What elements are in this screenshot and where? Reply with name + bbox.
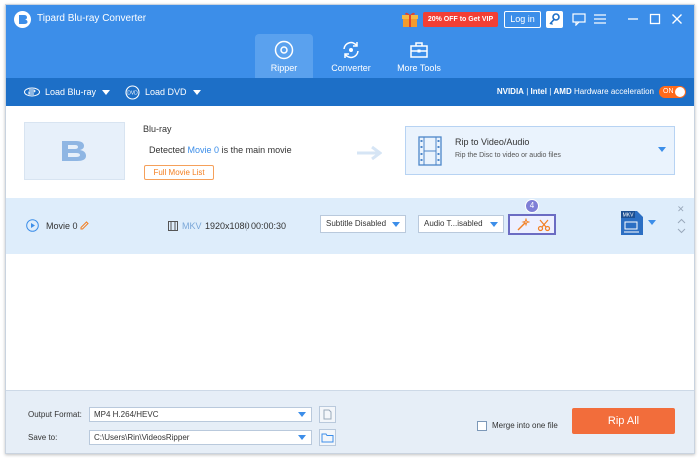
tab-more-tools-label: More Tools [397, 63, 441, 73]
merge-checkbox[interactable] [477, 421, 487, 431]
detected-suffix: is the main movie [221, 145, 292, 155]
edit-tools-highlight [508, 214, 556, 235]
hardware-acceleration-info: NVIDIA | Intel | AMD Hardware accelerati… [496, 87, 654, 96]
film-strip-icon [418, 136, 442, 166]
resolution: 1920x1080 [205, 221, 250, 231]
rip-mode-selector[interactable]: Rip to Video/Audio Rip the Disc to video… [405, 126, 675, 175]
gpu-intel-label: Intel [530, 87, 547, 96]
close-icon[interactable] [670, 12, 684, 26]
toolbar: Load Blu-ray DVD Load DVD NVIDIA | Intel… [6, 78, 694, 106]
output-format-file-icon[interactable]: MKV [619, 209, 645, 237]
audio-dropdown-value: Audio T...isabled [424, 219, 483, 228]
detected-prefix: Detected [149, 145, 186, 155]
audio-track-dropdown[interactable]: Audio T...isabled [418, 215, 504, 233]
step-number-badge: 4 [525, 199, 539, 213]
source-panel: Blu-ray Detected Movie 0 is the main mov… [6, 106, 694, 198]
load-dvd-button[interactable]: DVD Load DVD [125, 78, 201, 106]
movie-row: Movie 0 MKV 1920x1080 00:00:30 Subtitle … [6, 198, 694, 254]
minimize-icon[interactable] [626, 12, 640, 26]
output-format-select[interactable]: MP4 H.264/HEVC [89, 407, 312, 422]
remove-row-icon[interactable]: ✕ [677, 205, 685, 214]
play-icon[interactable] [26, 219, 39, 232]
tab-converter[interactable]: Converter [322, 34, 380, 78]
tab-more-tools[interactable]: More Tools [390, 34, 448, 78]
hw-accel-label: Hardware acceleration [573, 87, 654, 96]
gpu-amd-label: AMD [553, 87, 572, 96]
arrow-right-icon [357, 146, 382, 160]
toggle-state-label: ON [663, 88, 674, 95]
rip-mode-subtitle: Rip the Disc to video or audio files [455, 152, 561, 159]
bluray-logo-icon [62, 141, 86, 161]
output-settings-button[interactable] [319, 406, 336, 423]
chat-icon[interactable] [572, 12, 586, 27]
chevron-down-icon [490, 222, 498, 227]
tab-ripper[interactable]: Ripper [255, 34, 313, 78]
document-icon [323, 409, 332, 420]
source-format: MKV [182, 221, 202, 231]
login-button[interactable]: Log in [504, 11, 541, 28]
file-list-empty-area [6, 254, 694, 390]
main-nav: Ripper Converter More Tools [6, 34, 694, 78]
load-bluray-button[interactable]: Load Blu-ray [24, 78, 111, 106]
output-format-value: MP4 H.264/HEVC [94, 410, 159, 419]
duration: 00:00:30 [251, 221, 287, 231]
full-movie-list-button[interactable]: Full Movie List [144, 165, 214, 180]
chevron-up-icon[interactable] [677, 218, 686, 224]
hardware-acceleration-toggle[interactable]: ON [659, 86, 686, 98]
footer-bar: Output Format: MP4 H.264/HEVC Save to: C… [6, 390, 694, 453]
maximize-icon[interactable] [648, 12, 662, 26]
rip-mode-title: Rip to Video/Audio [455, 137, 530, 147]
chevron-down-icon[interactable] [648, 220, 656, 225]
disc-thumbnail [24, 122, 125, 180]
tab-ripper-label: Ripper [270, 63, 298, 73]
output-format-icon-label: MKV [623, 213, 635, 219]
gpu-nvidia-label: NVIDIA [496, 87, 524, 96]
magic-wand-icon[interactable] [516, 218, 530, 232]
chevron-down-icon [392, 222, 400, 227]
app-logo-icon [14, 11, 31, 28]
dvd-icon: DVD [125, 84, 140, 100]
menu-icon[interactable] [593, 12, 607, 26]
edit-pencil-icon[interactable] [79, 220, 90, 231]
toggle-knob [675, 87, 685, 97]
svg-text:DVD: DVD [127, 90, 138, 96]
load-dvd-label: Load DVD [145, 87, 187, 97]
detected-info: Detected Movie 0 is the main movie [149, 145, 292, 155]
save-to-path-value: C:\Users\Rin\VideosRipper [94, 433, 190, 442]
subtitle-dropdown-value: Subtitle Disabled [326, 219, 387, 228]
chevron-down-icon[interactable] [677, 228, 686, 234]
gift-icon[interactable] [402, 11, 418, 28]
detected-movie-link[interactable]: Movie 0 [188, 145, 220, 155]
movie-name: Movie 0 [46, 221, 78, 231]
tab-converter-label: Converter [331, 63, 371, 73]
title-bar: Tipard Blu-ray Converter 20% OFF to Get … [6, 5, 694, 34]
app-window: Tipard Blu-ray Converter 20% OFF to Get … [5, 4, 695, 454]
toolbox-icon [410, 42, 428, 58]
merge-label: Merge into one file [492, 421, 558, 430]
source-title: Blu-ray [143, 124, 172, 134]
folder-icon [321, 433, 334, 443]
load-bluray-label: Load Blu-ray [45, 87, 97, 97]
ripper-disc-icon [274, 40, 294, 60]
vip-badge-button[interactable]: 20% OFF to Get VIP [423, 12, 498, 27]
divider [246, 221, 247, 231]
open-folder-button[interactable] [319, 429, 336, 446]
film-icon [168, 221, 178, 231]
output-format-label: Output Format: [28, 410, 82, 419]
bluray-icon [24, 87, 40, 97]
chevron-down-icon [298, 412, 306, 417]
chevron-down-icon [192, 89, 201, 95]
chevron-down-icon [658, 147, 666, 152]
app-title: Tipard Blu-ray Converter [37, 13, 147, 24]
converter-icon [343, 41, 359, 59]
key-icon[interactable] [546, 11, 563, 28]
scissors-icon[interactable] [537, 218, 551, 232]
chevron-down-icon [102, 89, 111, 95]
save-to-path-select[interactable]: C:\Users\Rin\VideosRipper [89, 430, 312, 445]
chevron-down-icon [298, 435, 306, 440]
save-to-label: Save to: [28, 433, 58, 442]
subtitle-dropdown[interactable]: Subtitle Disabled [320, 215, 406, 233]
rip-all-button[interactable]: Rip All [572, 408, 675, 434]
